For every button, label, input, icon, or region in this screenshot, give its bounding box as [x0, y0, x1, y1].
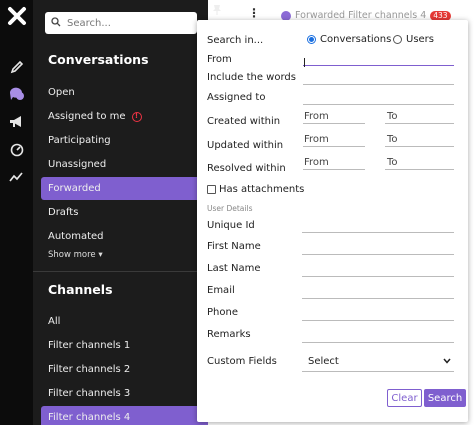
resolved-to-input[interactable]: To	[387, 157, 398, 168]
nav-item-all[interactable]: All	[41, 310, 208, 333]
user-details-label: User Details	[207, 204, 253, 213]
nav-item-unassigned[interactable]: Unassigned	[41, 153, 208, 176]
updated-to-input[interactable]: To	[387, 134, 398, 145]
nav-item-forwarded[interactable]: Forwarded4	[41, 177, 208, 200]
has-attachments-label: Has attachments	[219, 184, 305, 195]
from-input[interactable]	[303, 65, 454, 66]
logo-icon[interactable]	[0, 6, 33, 26]
search-input[interactable]: Search...	[67, 18, 111, 29]
nav-item-automated[interactable]: Automated	[41, 225, 208, 248]
last-name-label: Last Name	[207, 263, 261, 274]
channels-title: Channels	[48, 282, 113, 297]
nav-item-label: Drafts	[48, 207, 79, 218]
clear-button[interactable]: Clear	[387, 389, 422, 407]
last-name-input[interactable]	[302, 276, 454, 277]
nav-item-filter-channels-4[interactable]: Filter channels 4	[41, 406, 208, 425]
nav-item-label: Automated	[48, 231, 104, 242]
nav-item-participating[interactable]: Participating	[41, 129, 208, 152]
first-name-label: First Name	[207, 241, 261, 252]
dashboard-icon[interactable]	[0, 143, 33, 157]
include-words-input[interactable]	[303, 84, 454, 85]
text-caret	[304, 58, 305, 67]
phone-input[interactable]	[302, 320, 454, 321]
radio-label: Users	[406, 34, 435, 45]
nav-item-label: Participating	[48, 135, 111, 146]
email-label: Email	[207, 285, 235, 296]
nav-item-label: Filter channels 1	[48, 340, 131, 351]
edit-icon[interactable]	[0, 60, 33, 74]
custom-fields-value: Select	[308, 355, 339, 367]
created-from-input[interactable]: From	[304, 111, 329, 122]
search-box[interactable]: Search...	[45, 12, 197, 34]
nav-item-label: Filter channels 4	[48, 412, 131, 423]
updated-from-input[interactable]: From	[304, 134, 329, 145]
created-to-underline	[385, 123, 454, 124]
nav-item-label: All	[48, 316, 61, 327]
radio-users[interactable]: Users	[393, 34, 434, 45]
has-attachments-checkbox[interactable]: Has attachments	[207, 184, 304, 195]
radio-unselected-icon	[393, 35, 402, 44]
custom-fields-select[interactable]: Select	[302, 351, 454, 372]
sidebar: Search... Conversations Open Assigned to…	[33, 0, 208, 425]
radio-label: Conversations	[320, 34, 392, 45]
nav-item-drafts[interactable]: Drafts	[41, 201, 208, 224]
analytics-icon[interactable]	[0, 171, 33, 183]
created-within-label: Created within	[207, 116, 281, 127]
chevron-down-icon	[443, 356, 451, 367]
nav-item-assigned-to-me[interactable]: Assigned to me!	[41, 105, 208, 128]
custom-fields-label: Custom Fields	[207, 356, 277, 367]
nav-item-filter-channels-2[interactable]: Filter channels 2	[41, 358, 208, 381]
icon-rail	[0, 0, 33, 425]
radio-conversations[interactable]: Conversations	[307, 34, 391, 45]
nav-item-label: Unassigned	[48, 159, 107, 170]
search-button[interactable]: Search	[424, 389, 466, 407]
more-icon[interactable]: ⋮	[248, 6, 260, 20]
conversations-title: Conversations	[48, 52, 149, 67]
remarks-label: Remarks	[207, 329, 251, 340]
resolved-from-input[interactable]: From	[304, 157, 329, 168]
nav-item-filter-channels-1[interactable]: Filter channels 1	[41, 334, 208, 357]
unread-badge: 433	[430, 10, 451, 21]
updated-from-underline	[303, 146, 365, 147]
nav-item-filter-channels-3[interactable]: Filter channels 3	[41, 382, 208, 405]
email-input[interactable]	[302, 298, 454, 299]
from-label: From	[207, 54, 232, 65]
nav-item-label: Filter channels 3	[48, 388, 131, 399]
assigned-to-label: Assigned to	[207, 92, 266, 103]
resolved-within-label: Resolved within	[207, 163, 286, 174]
updated-within-label: Updated within	[207, 140, 284, 151]
conversations-icon[interactable]	[0, 87, 33, 101]
unique-id-input[interactable]	[302, 232, 454, 233]
created-to-input[interactable]: To	[387, 111, 398, 122]
nav-item-open[interactable]: Open	[41, 81, 208, 104]
unique-id-label: Unique Id	[207, 220, 255, 231]
divider	[33, 271, 208, 272]
avatar	[281, 10, 291, 21]
advanced-search-panel: Search in... Conversations Users From In…	[197, 20, 468, 422]
alert-icon: !	[131, 111, 142, 122]
megaphone-icon[interactable]	[0, 115, 33, 129]
checkbox-box	[207, 185, 216, 194]
search-icon	[51, 16, 61, 30]
nav-item-label: Assigned to me	[48, 111, 126, 122]
resolved-to-underline	[385, 169, 454, 170]
show-more-link[interactable]: Show more ▾	[48, 250, 103, 260]
pin-icon[interactable]	[212, 4, 222, 19]
resolved-from-underline	[303, 169, 365, 170]
nav-item-label: Open	[48, 87, 75, 98]
search-in-label: Search in...	[207, 35, 264, 46]
remarks-input[interactable]	[302, 342, 454, 343]
created-from-underline	[303, 123, 365, 124]
radio-selected-icon	[307, 35, 316, 44]
assigned-to-input[interactable]	[303, 104, 454, 105]
first-name-input[interactable]	[302, 254, 454, 255]
nav-item-label: Forwarded	[48, 183, 101, 194]
updated-to-underline	[385, 146, 454, 147]
nav-item-label: Filter channels 2	[48, 364, 131, 375]
phone-label: Phone	[207, 307, 238, 318]
include-words-label: Include the words	[207, 72, 296, 83]
